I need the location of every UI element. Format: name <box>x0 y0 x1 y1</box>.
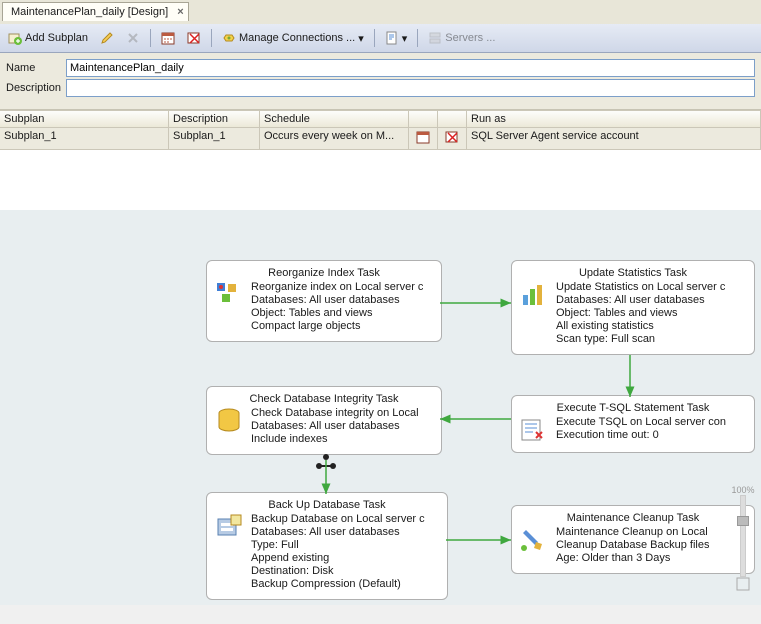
task-title: Reorganize Index Task <box>207 261 441 281</box>
description-input[interactable] <box>66 79 755 97</box>
report-icon <box>385 31 399 45</box>
edit-subplan-button[interactable] <box>96 29 118 47</box>
execute-tsql-task[interactable]: Execute T-SQL Statement Task Execute TSQ… <box>511 395 755 453</box>
cell-schedule: Occurs every week on M... <box>260 128 409 149</box>
delete-icon <box>126 31 140 45</box>
add-icon <box>8 31 22 45</box>
name-label: Name <box>6 62 66 74</box>
col-schedule[interactable]: Schedule <box>260 111 409 127</box>
chevron-down-icon: ▾ <box>358 32 364 45</box>
servers-icon <box>428 31 442 45</box>
task-text: Update Statistics on Local server c Data… <box>556 281 725 346</box>
connection-icon <box>222 31 236 45</box>
reorganize-icon <box>215 281 243 309</box>
grid-empty-area <box>0 150 761 210</box>
servers-button: Servers ... <box>424 29 499 47</box>
connector <box>440 414 511 424</box>
separator <box>374 29 375 47</box>
task-text: Reorganize index on Local server c Datab… <box>251 281 423 333</box>
task-title: Execute T-SQL Statement Task <box>512 396 754 416</box>
col-icon2 <box>438 111 467 127</box>
cell-runas: SQL Server Agent service account <box>467 128 761 149</box>
maintenance-cleanup-task[interactable]: Maintenance Cleanup Task Maintenance Cle… <box>511 505 755 574</box>
tab-bar: MaintenancePlan_daily [Design] × <box>0 0 761 24</box>
col-runas[interactable]: Run as <box>467 111 761 127</box>
cell-cal-icon[interactable] <box>409 128 438 149</box>
report-button[interactable]: ▾ <box>381 29 412 47</box>
backup-icon <box>215 513 243 541</box>
calendar-remove-icon <box>445 130 459 144</box>
chevron-down-icon: ▾ <box>402 32 408 45</box>
check-integrity-task[interactable]: Check Database Integrity Task Check Data… <box>206 386 442 455</box>
task-title: Check Database Integrity Task <box>207 387 441 407</box>
properties-panel: Name Description <box>0 53 761 110</box>
manage-connections-button[interactable]: Manage Connections ... ▾ <box>218 29 368 47</box>
close-icon[interactable]: × <box>177 6 183 18</box>
connector <box>625 355 635 397</box>
task-text: Execute TSQL on Local server con Executi… <box>556 416 726 444</box>
subplan-grid: Subplan Description Schedule Run as Subp… <box>0 110 761 150</box>
connector <box>446 535 511 545</box>
name-input[interactable] <box>66 59 755 77</box>
remove-schedule-button[interactable] <box>183 29 205 47</box>
document-tab[interactable]: MaintenancePlan_daily [Design] × <box>2 2 189 21</box>
database-icon <box>215 407 243 435</box>
zoom-thumb[interactable] <box>737 516 749 526</box>
statistics-icon <box>520 281 548 309</box>
zoom-label: 100% <box>731 485 754 495</box>
separator <box>150 29 151 47</box>
task-title: Update Statistics Task <box>512 261 754 281</box>
calendar-icon <box>416 130 430 144</box>
task-text: Check Database integrity on Local Databa… <box>251 407 419 446</box>
toolbar: Add Subplan Manage Connections ... ▾ ▾ S… <box>0 24 761 53</box>
pencil-icon <box>100 31 114 45</box>
reorganize-index-task[interactable]: Reorganize Index Task Reorganize index o… <box>206 260 442 342</box>
cell-subplan: Subplan_1 <box>0 128 169 149</box>
add-subplan-button[interactable]: Add Subplan <box>4 29 92 47</box>
cell-remove-icon[interactable] <box>438 128 467 149</box>
tab-title: MaintenancePlan_daily [Design] <box>11 6 168 18</box>
task-text: Maintenance Cleanup on Local Cleanup Dat… <box>556 526 709 565</box>
task-text: Backup Database on Local server c Databa… <box>251 513 425 591</box>
grid-header: Subplan Description Schedule Run as <box>0 110 761 128</box>
col-subplan[interactable]: Subplan <box>0 111 169 127</box>
update-statistics-task[interactable]: Update Statistics Task Update Statistics… <box>511 260 755 355</box>
zoom-track[interactable] <box>740 495 746 577</box>
design-canvas[interactable]: Reorganize Index Task Reorganize index o… <box>0 210 761 605</box>
zoom-fit-icon[interactable] <box>736 577 750 591</box>
calendar-remove-icon <box>187 31 201 45</box>
task-title: Back Up Database Task <box>207 493 447 513</box>
task-title: Maintenance Cleanup Task <box>512 506 754 526</box>
table-row[interactable]: Subplan_1 Subplan_1 Occurs every week on… <box>0 128 761 150</box>
calendar-icon <box>161 31 175 45</box>
zoom-slider[interactable]: 100% <box>735 485 751 595</box>
backup-database-task[interactable]: Back Up Database Task Backup Database on… <box>206 492 448 600</box>
cell-description: Subplan_1 <box>169 128 260 149</box>
separator <box>417 29 418 47</box>
col-description[interactable]: Description <box>169 111 260 127</box>
connector <box>440 298 511 308</box>
description-label: Description <box>6 82 66 94</box>
separator <box>211 29 212 47</box>
cleanup-icon <box>520 526 548 554</box>
calendar-button[interactable] <box>157 29 179 47</box>
delete-subplan-button <box>122 29 144 47</box>
tsql-icon <box>520 416 548 444</box>
connector <box>316 454 336 494</box>
col-icon1 <box>409 111 438 127</box>
